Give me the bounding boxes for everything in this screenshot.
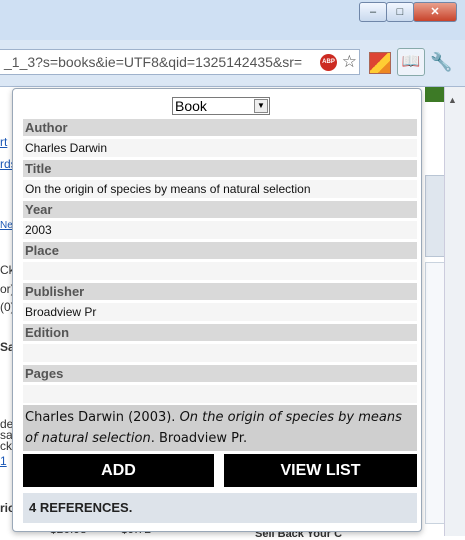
background-text: ck <box>0 439 12 453</box>
year-label: Year <box>23 201 417 218</box>
address-url: _1_3?s=books&ie=UTF8&qid=1325142435&sr= <box>4 54 303 70</box>
citation-author-year: Charles Darwin (2003). <box>25 410 180 425</box>
adblock-icon[interactable]: ABP <box>320 54 337 71</box>
place-label: Place <box>23 242 417 259</box>
minimize-button[interactable]: – <box>359 2 387 22</box>
maximize-button[interactable]: □ <box>386 2 414 22</box>
window-controls: – □ ✕ <box>359 2 457 22</box>
add-button[interactable]: ADD <box>23 454 214 487</box>
edition-field[interactable] <box>23 344 417 362</box>
author-label: Author <box>23 119 417 136</box>
view-list-button[interactable]: VIEW LIST <box>224 454 417 487</box>
pages-label: Pages <box>23 365 417 382</box>
edition-label: Edition <box>23 324 417 341</box>
page-scrollbar[interactable]: ▲ <box>444 87 465 536</box>
reference-popup: Book ▼ Author Charles Darwin Title On th… <box>12 88 422 532</box>
close-button[interactable]: ✕ <box>413 2 457 22</box>
wrench-menu-icon[interactable]: 🔧 <box>430 52 452 72</box>
browser-toolbar: _1_3?s=books&ie=UTF8&qid=1325142435&sr= … <box>0 40 465 87</box>
reference-type-select[interactable]: Book ▼ <box>172 97 270 115</box>
title-field[interactable]: On the origin of species by means of nat… <box>23 180 417 198</box>
pages-field[interactable] <box>23 385 417 403</box>
background-link[interactable]: rt <box>0 135 7 149</box>
publisher-field[interactable]: Broadview Pr <box>23 303 417 321</box>
address-bar[interactable]: _1_3?s=books&ie=UTF8&qid=1325142435&sr= … <box>0 49 360 75</box>
bookmark-star-icon[interactable]: ☆ <box>342 50 357 74</box>
citation-publisher: . Broadview Pr. <box>150 431 248 446</box>
citation-preview: Charles Darwin (2003). On the origin of … <box>23 405 417 451</box>
chevron-down-icon[interactable]: ▼ <box>254 99 268 113</box>
window-title-bar: – □ ✕ <box>0 0 465 40</box>
background-link[interactable]: 1 <box>0 454 7 468</box>
scroll-up-icon[interactable]: ▲ <box>448 95 457 105</box>
place-field[interactable] <box>23 262 417 280</box>
reference-extension-book-icon[interactable]: 📖 <box>397 48 425 76</box>
references-count: 4 REFERENCES. <box>23 493 417 523</box>
extension-flag-icon[interactable] <box>369 52 391 74</box>
author-field[interactable]: Charles Darwin <box>23 139 417 157</box>
title-label: Title <box>23 160 417 177</box>
publisher-label: Publisher <box>23 283 417 300</box>
year-field[interactable]: 2003 <box>23 221 417 239</box>
reference-type-value: Book <box>175 98 207 114</box>
background-link[interactable]: Ne <box>0 220 13 231</box>
